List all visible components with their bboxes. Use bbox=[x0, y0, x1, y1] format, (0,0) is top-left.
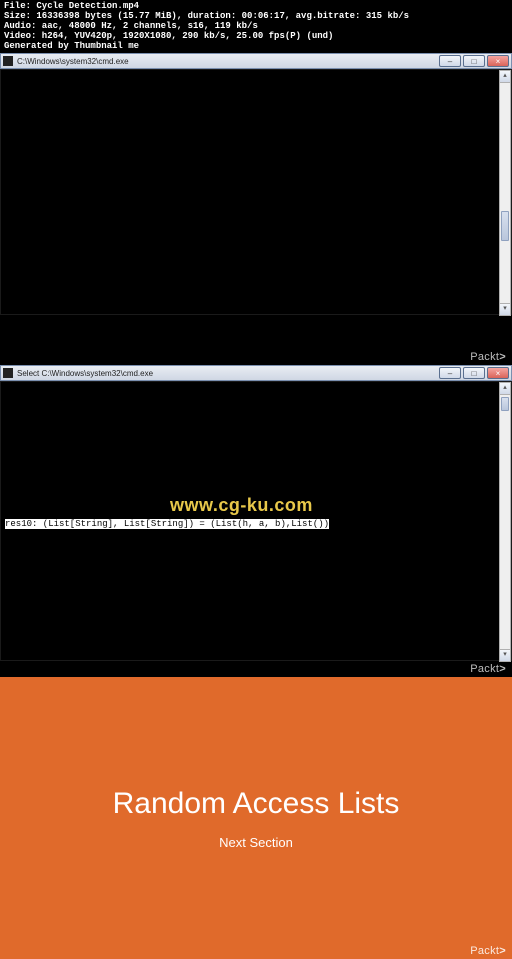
cmd-icon bbox=[3, 56, 13, 66]
terminal-output-2[interactable]: scala> type VC = (List[String], List[Str… bbox=[0, 381, 512, 661]
window-title-1: C:\Windows\system32\cmd.exe bbox=[17, 57, 129, 66]
scroll-down-button[interactable]: ▾ bbox=[500, 649, 510, 661]
titlebar-2[interactable]: Select C:\Windows\system32\cmd.exe – □ × bbox=[0, 365, 512, 381]
highlighted-output-line: res10: (List[String], List[String]) = (L… bbox=[5, 519, 329, 529]
close-button[interactable]: × bbox=[487, 55, 509, 67]
scroll-thumb[interactable] bbox=[501, 211, 509, 241]
slide-title: Random Access Lists bbox=[113, 787, 400, 821]
packt-logo-2: Packt> bbox=[470, 663, 506, 675]
meta-generated: Generated by Thumbnail me bbox=[4, 42, 508, 52]
title-slide: Random Access Lists Next Section Packt> bbox=[0, 677, 512, 959]
slide-subtitle: Next Section bbox=[219, 835, 293, 850]
scroll-up-button[interactable]: ▴ bbox=[500, 71, 510, 83]
cmd-icon bbox=[3, 368, 13, 378]
scrollbar-1[interactable]: ▴ ▾ bbox=[499, 70, 511, 316]
scroll-up-button[interactable]: ▴ bbox=[500, 383, 510, 395]
minimize-button[interactable]: – bbox=[439, 55, 461, 67]
video-metadata: File: Cycle Detection.mp4 Size: 16336398… bbox=[0, 0, 512, 53]
titlebar-1[interactable]: C:\Windows\system32\cmd.exe – □ × bbox=[0, 53, 512, 69]
scroll-thumb[interactable] bbox=[501, 397, 509, 411]
packt-logo-3: Packt> bbox=[470, 945, 506, 957]
terminal-window-2: Select C:\Windows\system32\cmd.exe – □ ×… bbox=[0, 365, 512, 661]
scrollbar-2[interactable]: ▴ ▾ bbox=[499, 382, 511, 662]
window-title-2: Select C:\Windows\system32\cmd.exe bbox=[17, 369, 153, 378]
minimize-button[interactable]: – bbox=[439, 367, 461, 379]
maximize-button[interactable]: □ bbox=[463, 55, 485, 67]
maximize-button[interactable]: □ bbox=[463, 367, 485, 379]
scroll-down-button[interactable]: ▾ bbox=[500, 303, 510, 315]
packt-logo-1: Packt> bbox=[470, 351, 506, 363]
terminal-window-1: C:\Windows\system32\cmd.exe – □ × | else… bbox=[0, 53, 512, 315]
terminal-output-1[interactable]: | else x :: sort(succSet(x, g), visited)… bbox=[0, 69, 512, 315]
close-button[interactable]: × bbox=[487, 367, 509, 379]
